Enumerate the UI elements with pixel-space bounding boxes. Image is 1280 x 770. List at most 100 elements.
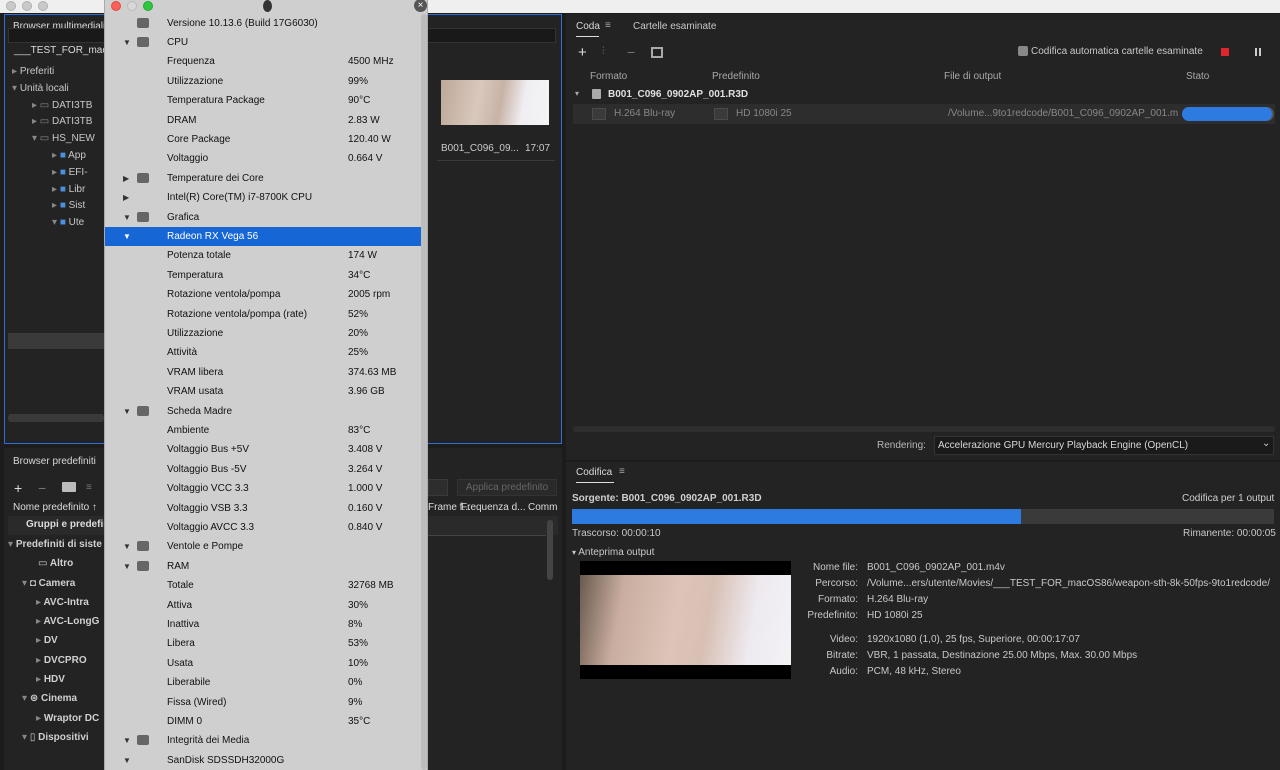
col-output[interactable]: File di output (944, 71, 1001, 82)
queue-settings-icon[interactable]: ⫶ (602, 46, 605, 57)
clip-thumbnail[interactable] (441, 80, 549, 125)
preset-group[interactable]: ▸ Wraptor DC (8, 709, 104, 728)
hw-row-gpu-fan: Rotazione ventola/pompa 2005 rpm (105, 285, 421, 304)
col-preset[interactable]: Predefinito (712, 71, 760, 82)
col-rate[interactable]: Frequenza d... (461, 502, 525, 513)
queue-item-format[interactable]: H.264 Blu-ray (614, 108, 675, 119)
queue-menu-icon[interactable]: ≡ (605, 20, 611, 31)
col-format[interactable]: Formato (590, 71, 627, 82)
queue-hscrollbar[interactable] (573, 426, 1275, 432)
preview-toggle[interactable]: ▾ Anteprima output (572, 547, 654, 558)
hw-row-gpu-radeon[interactable]: ▼ Radeon RX Vega 56 (105, 226, 421, 247)
hw-row-label: Liberabile (167, 677, 211, 689)
queue-item-preset[interactable]: HD 1080i 25 (736, 108, 792, 119)
zoom-window-button[interactable] (38, 1, 48, 11)
queue-item-toggle[interactable]: ▾ (575, 89, 579, 98)
hw-row-cpu-model[interactable]: ▶ Intel(R) Core(TM) i7-8700K CPU (105, 188, 421, 207)
hw-row-motherboard[interactable]: ▼ Scheda Madre (105, 402, 421, 421)
tree-item[interactable]: ▸ Preferiti (12, 64, 104, 81)
disclosure-down-icon[interactable]: ▼ (123, 402, 131, 421)
disclosure-down-icon[interactable]: ▼ (123, 537, 131, 556)
tree-item[interactable]: ▾ ▭ HS_NEW (12, 131, 104, 148)
hw-row-label: Core Package (167, 133, 231, 145)
remove-item-icon[interactable]: − (627, 44, 635, 60)
hw-row-cpu[interactable]: ▼ CPU (105, 33, 421, 52)
queue-item-output[interactable]: /Volume...9to1redcode/B001_C096_0902AP_0… (948, 108, 1178, 119)
hw-row-label: Voltaggio VCC 3.3 (167, 483, 249, 495)
tree-scrollbar[interactable] (8, 414, 104, 422)
sensor-group-icon (137, 211, 149, 222)
overlay-minimize-button[interactable] (127, 1, 137, 11)
hw-row-value: 83°C (348, 424, 371, 436)
pause-queue-button[interactable] (1255, 48, 1257, 56)
disclosure-down-icon[interactable]: ▼ (123, 33, 131, 52)
duplicate-item-icon[interactable] (651, 47, 663, 58)
hw-row-media-integrity[interactable]: ▼ Integrità dei Media (105, 731, 421, 750)
hw-row-graphics[interactable]: ▼ Grafica (105, 208, 421, 227)
tree-item[interactable]: ▸ ■ App (12, 148, 104, 165)
tree-item[interactable]: ▸ ■ EFI- (12, 165, 104, 182)
col-preset-name[interactable]: Nome predefinito ↑ (13, 502, 97, 513)
disclosure-down-icon[interactable]: ▼ (123, 751, 131, 770)
tree-item[interactable]: ▸ ▭ DATI3TB (12, 98, 104, 115)
disclosure-down-icon[interactable]: ▼ (123, 557, 131, 576)
preset-settings-icon[interactable]: ≡ (86, 482, 92, 493)
preset-group[interactable]: ▾ ⊛ Cinema (8, 689, 104, 708)
format-dropdown-arrow[interactable] (592, 108, 606, 120)
preset-group[interactable]: ▾ ▯ Dispositivi (8, 728, 104, 747)
import-preset-icon[interactable] (62, 482, 76, 492)
hw-row-label: Temperatura Package (167, 95, 265, 107)
hw-row-gpu-usage: Utilizzazione 20% (105, 324, 421, 343)
disclosure-down-icon[interactable]: ▼ (123, 208, 131, 227)
hw-row-ram[interactable]: ▼ RAM (105, 557, 421, 576)
hw-row-label: Attiva (167, 599, 193, 611)
chevron-down-icon: ⌄ (1262, 438, 1271, 449)
tree-item[interactable]: ▾ Unità locali (12, 81, 104, 98)
queue-item-name[interactable]: B001_C096_0902AP_001.R3D (608, 89, 748, 100)
encoding-elapsed: Trascorso: 00:00:10 (572, 528, 661, 539)
overlay-dismiss-icon[interactable]: × (414, 0, 427, 12)
tree-selected-row[interactable] (8, 333, 104, 349)
add-source-icon[interactable]: + (578, 44, 587, 61)
minimize-window-button[interactable] (22, 1, 32, 11)
hw-row-core-temps[interactable]: ▶ Temperature dei Core (105, 169, 421, 188)
disclosure-right-icon[interactable]: ▶ (123, 188, 129, 207)
stop-queue-button[interactable] (1221, 48, 1229, 56)
hw-row-ram-inactive: Inattiva 8% (105, 615, 421, 634)
overlay-zoom-button[interactable] (143, 1, 153, 11)
remove-preset-icon[interactable]: − (38, 480, 46, 496)
encoding-menu-icon[interactable]: ≡ (619, 466, 625, 477)
tree-item[interactable]: ▸ ■ Libr (12, 182, 104, 199)
add-preset-icon[interactable]: + (14, 480, 22, 496)
disclosure-down-icon[interactable]: ▼ (123, 731, 131, 750)
preset-search-field[interactable] (428, 479, 448, 496)
hw-row-label: Usata (167, 657, 194, 669)
col-status[interactable]: Stato (1186, 71, 1209, 82)
hw-row-label: Rotazione ventola/pompa (167, 289, 281, 301)
hw-row-ram-purgeable: Liberabile 0% (105, 673, 421, 692)
hw-row-ssd-sandisk[interactable]: ▼ SanDisk SDSSDH32000G (105, 751, 421, 770)
encoding-progress-fill (572, 509, 1022, 524)
hw-row-label: Libera (167, 638, 195, 650)
hw-row-fans-pumps[interactable]: ▼ Ventole e Pompe (105, 537, 421, 556)
overlay-close-button[interactable] (111, 1, 121, 11)
tree-item[interactable]: ▾ ■ Ute (12, 215, 104, 232)
tree-item[interactable]: ▸ ▭ DATI3TB (12, 114, 104, 131)
auto-encode-checkbox[interactable] (1018, 46, 1028, 56)
close-window-button[interactable] (6, 1, 16, 11)
tab-watch-folders[interactable]: Cartelle esaminate (633, 21, 716, 32)
disclosure-down-icon[interactable]: ▼ (123, 227, 131, 246)
hw-monitor-scrollbar[interactable] (421, 14, 427, 770)
col-comm[interactable]: Comm (528, 502, 557, 513)
tree-item[interactable]: ▸ ■ Sist (12, 198, 104, 215)
preset-group[interactable]: ▾ Predefiniti di siste (8, 535, 104, 554)
apply-preset-button[interactable]: Applica predefinito (457, 479, 557, 496)
auto-encode-label: Codifica automatica cartelle esaminate (1031, 46, 1203, 57)
disclosure-right-icon[interactable]: ▶ (123, 169, 129, 188)
hw-row-value: 2005 rpm (348, 289, 391, 301)
hw-row-label: Intel(R) Core(TM) i7-8700K CPU (167, 192, 313, 204)
hw-row-version[interactable]: Versione 10.13.6 (Build 17G6030) (105, 14, 421, 33)
preset-dropdown-arrow[interactable] (714, 108, 728, 120)
hw-row-value: 0.840 V (348, 521, 383, 533)
tab-queue[interactable]: Coda (576, 21, 600, 32)
